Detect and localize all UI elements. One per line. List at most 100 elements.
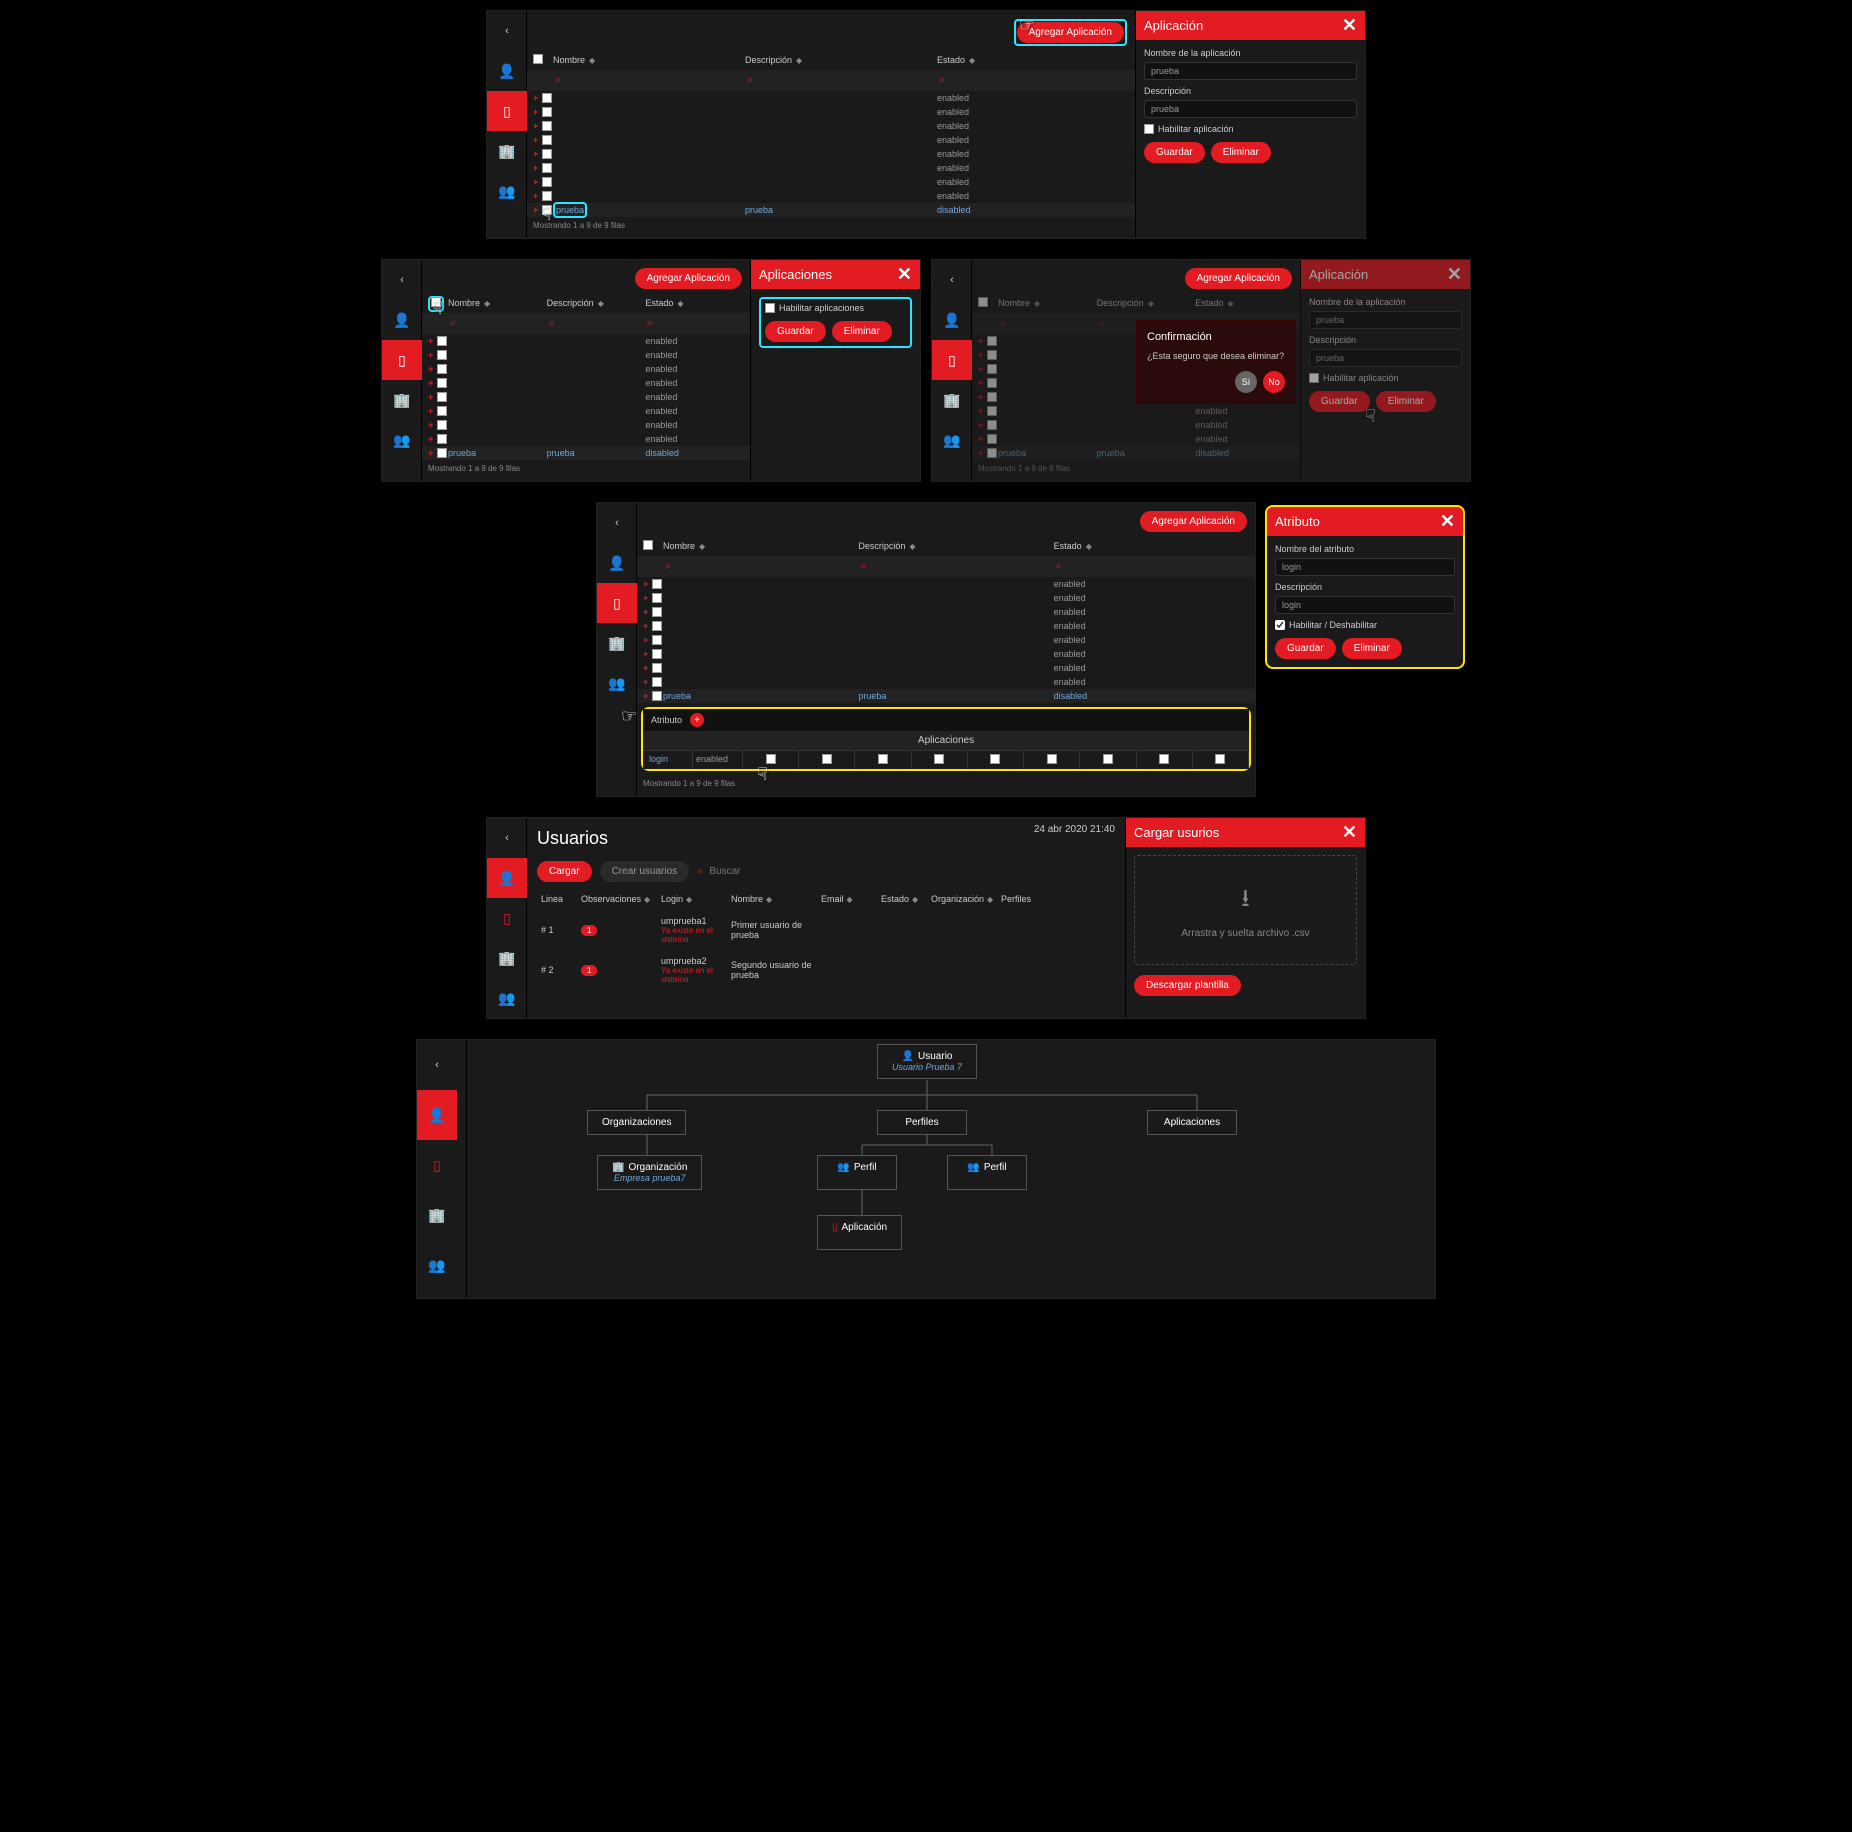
input-descripcion[interactable] [1144, 100, 1357, 118]
sidebar-groups[interactable]: 👥 [382, 420, 422, 460]
save-button[interactable]: Guardar [1309, 391, 1370, 412]
attr-name-cell[interactable]: login [643, 751, 693, 769]
sidebar-groups[interactable]: 👥 [487, 171, 527, 211]
save-button[interactable]: Guardar [1144, 142, 1205, 163]
tree-node-perfil-1[interactable]: 👥Perfil [817, 1155, 897, 1190]
row-checkbox[interactable] [437, 448, 447, 458]
table-row[interactable]: +enabled [637, 661, 1255, 675]
table-row[interactable]: +enabled [527, 105, 1135, 119]
search-icon[interactable]: ⌕ [450, 317, 456, 329]
save-button[interactable]: Guardar [765, 321, 826, 342]
table-row[interactable]: +enabled [422, 390, 750, 404]
expand-icon[interactable]: + [643, 663, 648, 673]
table-row[interactable]: +enabled [527, 161, 1135, 175]
close-icon[interactable]: ✕ [1447, 264, 1462, 285]
close-icon[interactable]: ✕ [1342, 822, 1357, 843]
sidebar-collapse[interactable]: ‹ [382, 260, 422, 300]
table-row[interactable]: +enabled [527, 147, 1135, 161]
row-checkbox[interactable] [652, 663, 662, 673]
enable-checkbox[interactable] [1144, 124, 1154, 134]
expand-icon[interactable]: + [428, 448, 433, 458]
usuario-row[interactable]: # 21umprueba2Ya existe en el sistemaSegu… [527, 950, 1125, 990]
table-row[interactable]: +enabled [422, 348, 750, 362]
tree-node-organizacion[interactable]: 🏢Organización Empresa prueba7 [597, 1155, 702, 1190]
row-checkbox[interactable] [542, 191, 552, 201]
expand-icon[interactable]: + [533, 191, 538, 201]
tree-node-perfiles[interactable]: Perfiles [877, 1110, 967, 1135]
table-row[interactable]: +enabled [527, 133, 1135, 147]
row-checkbox[interactable] [437, 392, 447, 402]
col-estado[interactable]: Estado [937, 55, 965, 65]
save-button[interactable]: Guardar [1275, 638, 1336, 659]
expand-icon[interactable]: + [978, 420, 983, 430]
table-row[interactable]: +enabled [972, 418, 1300, 432]
expand-icon[interactable]: + [643, 691, 648, 701]
row-checkbox[interactable] [437, 420, 447, 430]
search-icon[interactable]: ⌕ [939, 74, 945, 86]
row-checkbox[interactable] [542, 121, 552, 131]
table-row[interactable]: +enabled [422, 334, 750, 348]
table-row[interactable]: +enabled [527, 91, 1135, 105]
table-row[interactable]: +enabled [422, 432, 750, 446]
expand-icon[interactable]: + [428, 420, 433, 430]
row-checkbox[interactable] [987, 406, 997, 416]
usuario-row[interactable]: # 11umprueba1Ya existe en el sistemaPrim… [527, 910, 1125, 950]
row-checkbox[interactable] [652, 649, 662, 659]
sidebar-users[interactable]: 👤 [417, 1090, 457, 1140]
sidebar-orgs[interactable]: 🏢 [487, 131, 527, 171]
expand-icon[interactable]: + [978, 350, 983, 360]
row-checkbox[interactable] [652, 677, 662, 687]
cargar-button[interactable]: Cargar [537, 861, 592, 882]
expand-icon[interactable]: + [428, 350, 433, 360]
row-checkbox[interactable] [437, 336, 447, 346]
search-input[interactable] [709, 866, 1115, 877]
expand-icon[interactable]: + [978, 364, 983, 374]
row-checkbox[interactable] [542, 93, 552, 103]
expand-icon[interactable]: + [428, 336, 433, 346]
expand-icon[interactable]: + [533, 93, 538, 103]
table-row[interactable]: +enabled [527, 189, 1135, 203]
table-row[interactable]: +enabled [637, 619, 1255, 633]
table-row[interactable]: +pruebapruebadisabled [422, 446, 750, 460]
confirm-no-button[interactable]: No [1263, 371, 1285, 393]
expand-icon[interactable]: + [533, 205, 538, 215]
table-row[interactable]: +enabled [637, 633, 1255, 647]
expand-icon[interactable]: + [428, 392, 433, 402]
confirm-yes-button[interactable]: Sí [1235, 371, 1257, 393]
search-icon[interactable]: ⌕ [747, 74, 753, 86]
row-checkbox[interactable] [437, 406, 447, 416]
sidebar-users[interactable]: 👤 [382, 300, 422, 340]
tree-node-organizaciones[interactable]: Organizaciones [587, 1110, 686, 1135]
table-row[interactable]: +pruebapruebadisabled [527, 203, 1135, 217]
row-checkbox[interactable] [987, 378, 997, 388]
col-descripcion[interactable]: Descripción [745, 55, 792, 65]
row-checkbox[interactable] [437, 364, 447, 374]
table-row[interactable]: +enabled [637, 577, 1255, 591]
sidebar-collapse[interactable]: ‹ [487, 11, 527, 51]
search-icon[interactable]: ⌕ [647, 317, 653, 329]
enable-apps-checkbox[interactable] [765, 303, 775, 313]
sidebar-orgs[interactable]: 🏢 [382, 380, 422, 420]
add-app-button[interactable]: Agregar Aplicación [1140, 511, 1247, 532]
input-attr-desc[interactable] [1275, 596, 1455, 614]
table-row[interactable]: +enabled [422, 404, 750, 418]
input-attr-nombre[interactable] [1275, 558, 1455, 576]
expand-icon[interactable]: + [533, 149, 538, 159]
row-checkbox[interactable] [652, 593, 662, 603]
expand-icon[interactable]: + [533, 121, 538, 131]
select-all-checkbox[interactable] [431, 297, 441, 307]
expand-icon[interactable]: + [428, 434, 433, 444]
row-checkbox[interactable] [542, 205, 552, 215]
expand-icon[interactable]: + [533, 177, 538, 187]
row-checkbox[interactable] [987, 364, 997, 374]
expand-icon[interactable]: + [643, 677, 648, 687]
row-checkbox[interactable] [987, 350, 997, 360]
row-checkbox[interactable] [652, 621, 662, 631]
row-checkbox[interactable] [652, 691, 662, 701]
row-checkbox[interactable] [987, 434, 997, 444]
delete-button[interactable]: Eliminar [1376, 391, 1436, 412]
table-row[interactable]: +enabled [422, 376, 750, 390]
delete-button[interactable]: Eliminar [832, 321, 892, 342]
close-icon[interactable]: ✕ [1342, 15, 1357, 36]
table-row[interactable]: +enabled [637, 675, 1255, 689]
